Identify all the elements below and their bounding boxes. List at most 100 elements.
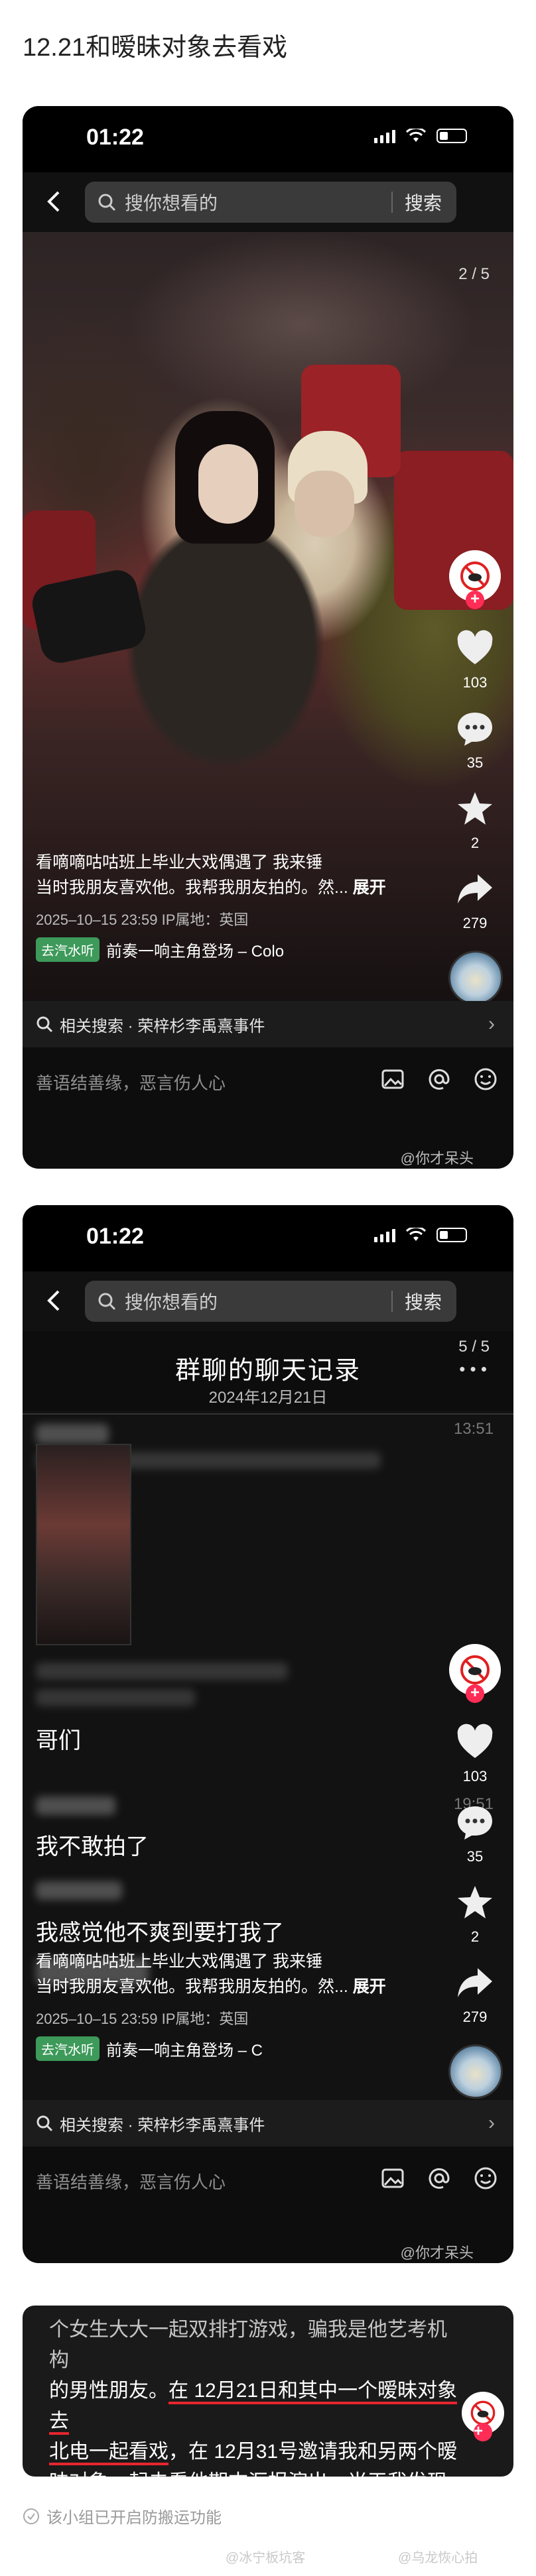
status-time: 01:22 (86, 125, 144, 150)
search-icon (98, 194, 116, 211)
search-separator (391, 1291, 393, 1312)
shield-check-icon (23, 2508, 39, 2524)
chat-message: 我不敢拍了 (36, 1834, 149, 1859)
weibo-watermark: @你才呆头 (400, 2245, 474, 2261)
chat-record-date: 2024年12月21日 (208, 1389, 328, 1407)
search-icon (36, 2115, 53, 2132)
mention-icon[interactable] (426, 2165, 452, 2192)
music-row[interactable]: 去汽水听 前奏一响主角登场 – C (36, 2036, 263, 2061)
share-icon[interactable] (455, 870, 495, 907)
comment-count: 35 (466, 754, 484, 771)
search-button[interactable]: 搜索 (405, 1288, 442, 1315)
search-input[interactable]: 搜你想看的 搜索 (85, 182, 456, 223)
screenshot-text-excerpt: 个女生大大一起双排打游戏，骗我是他艺考机构 的男性朋友。在 12月21日和其中一… (23, 2306, 513, 2477)
author-avatar[interactable]: + (462, 2392, 504, 2441)
related-search-text: 相关搜索 · 荣梓杉李禹熹事件 (60, 1017, 265, 1035)
expand-link[interactable]: 展开 (353, 878, 386, 897)
author-avatar[interactable]: + (449, 1644, 501, 1703)
follow-plus-button[interactable]: + (474, 2423, 492, 2441)
screenshot-video-1: 01:22 搜你想看的 搜索 2 / 5 + 103 35 2 279 看嘀嘀咕… (23, 106, 513, 1169)
chat-record-area: 13:51 哥们 19:51 我不敢拍了 我感觉他不爽到要打我了 (23, 1411, 513, 2107)
caption-line: 看嘀嘀咕咕班上毕业大戏偶遇了 我来锤 (36, 1952, 322, 1971)
bottom-watermark: @乌龙恢心拍 (398, 2551, 478, 2565)
star-icon[interactable] (455, 790, 495, 827)
chat-timestamp: 13:51 (453, 1420, 494, 1438)
bottom-watermark: @冰宁板坑客 (226, 2551, 306, 2565)
chat-video-thumbnail[interactable] (36, 1444, 131, 1645)
emoji-icon[interactable] (472, 1066, 499, 1092)
share-count: 279 (462, 915, 488, 931)
comment-input[interactable]: 善语结善缘，恶言伤人心 (36, 1070, 226, 1094)
excerpt-line: 个女生大大一起双排打游戏，骗我是他艺考机构 (49, 2319, 447, 2371)
favorite-count: 2 (470, 1928, 480, 1945)
blurred-username (36, 1424, 109, 1444)
battery-icon (436, 129, 467, 143)
chevron-right-icon: › (488, 1013, 495, 1035)
related-search-bar[interactable]: 相关搜索 · 荣梓杉李禹熹事件 › (23, 2100, 513, 2146)
divider (23, 1413, 513, 1415)
music-tag[interactable]: 去汽水听 (36, 2036, 100, 2061)
excerpt-line: ，在 12月31号邀请我和另两个暧 (168, 2441, 458, 2463)
caption-line: 看嘀嘀咕咕班上毕业大戏偶遇了 我来锤 (36, 853, 322, 872)
chat-message: 哥们 (36, 1728, 81, 1753)
comment-icon[interactable] (455, 710, 495, 747)
follow-plus-button[interactable]: + (466, 591, 484, 609)
caption-line: 当时我朋友喜欢他。我帮我朋友拍的。然... (36, 1977, 348, 1996)
action-rail: + 103 35 2 279 (448, 550, 503, 1005)
more-icon[interactable]: • • • (459, 1359, 487, 1379)
image-icon[interactable] (379, 1066, 406, 1092)
comment-icon[interactable] (455, 1804, 495, 1841)
music-tag[interactable]: 去汽水听 (36, 937, 100, 962)
image-icon[interactable] (379, 2165, 406, 2192)
screenshot-video-2: 01:22 搜你想看的 搜索 群聊的聊天记录 2024年12月21日 5 / 5… (23, 1205, 513, 2263)
status-bar: 01:22 (23, 1205, 513, 1278)
music-disc[interactable] (448, 2044, 503, 2099)
excerpt-line: 的男性朋友。 (49, 2380, 168, 2402)
heart-icon[interactable] (455, 1724, 495, 1761)
post-meta: 2025–10–15 23:59 IP属地：英国 (36, 911, 249, 928)
share-icon[interactable] (455, 1964, 495, 2001)
emoji-icon[interactable] (472, 2165, 499, 2192)
heart-icon[interactable] (455, 630, 495, 667)
mention-icon[interactable] (426, 1066, 452, 1092)
excerpt-line: 昧对象一起去看他期末汇报演出，当天我发现 (49, 2467, 460, 2477)
back-icon[interactable] (41, 188, 68, 215)
related-search-bar[interactable]: 相关搜索 · 荣梓杉李禹熹事件 › (23, 1001, 513, 1047)
anti-repost-text: 该小组已开启防搬运功能 (46, 2509, 222, 2527)
excerpt-text: 个女生大大一起双排打游戏，骗我是他艺考机构 的男性朋友。在 12月21日和其中一… (49, 2315, 460, 2477)
status-bar: 01:22 (23, 106, 513, 179)
video-caption: 看嘀嘀咕咕班上毕业大戏偶遇了 我来锤 当时我朋友喜欢他。我帮我朋友拍的。然...… (36, 850, 386, 900)
signal-icon (374, 1228, 395, 1242)
weibo-watermark: @你才呆头 (400, 1150, 474, 1167)
wifi-icon (406, 129, 426, 142)
blurred-text (36, 1689, 195, 1706)
status-time: 01:22 (86, 1224, 144, 1249)
search-icon (98, 1293, 116, 1311)
wifi-icon (406, 1228, 426, 1241)
expand-link[interactable]: 展开 (353, 1977, 386, 1996)
follow-plus-button[interactable]: + (466, 1684, 484, 1703)
person-face (295, 471, 354, 537)
comment-input[interactable]: 善语结善缘，恶言伤人心 (36, 2169, 226, 2194)
page-counter: 5 / 5 (458, 1338, 490, 1356)
search-input[interactable]: 搜你想看的 搜索 (85, 1281, 456, 1322)
search-button[interactable]: 搜索 (405, 189, 442, 215)
chat-message: 我感觉他不爽到要打我了 (36, 1920, 284, 1946)
music-row[interactable]: 去汽水听 前奏一响主角登场 – Colo (36, 937, 284, 962)
post-meta: 2025–10–15 23:59 IP属地：英国 (36, 2011, 249, 2027)
search-placeholder: 搜你想看的 (125, 193, 218, 213)
back-icon[interactable] (41, 1287, 68, 1314)
like-count: 103 (462, 674, 488, 691)
excerpt-highlight: 北电一起看戏 (49, 2441, 168, 2465)
music-disc[interactable] (448, 951, 503, 1005)
star-icon[interactable] (455, 1884, 495, 1921)
related-search-text: 相关搜索 · 荣梓杉李禹熹事件 (60, 2116, 265, 2135)
search-icon (36, 1016, 53, 1033)
battery-icon (436, 1228, 467, 1242)
chat-record-title: 群聊的聊天记录 (174, 1357, 361, 1385)
search-separator (391, 192, 393, 213)
like-count: 103 (462, 1768, 488, 1785)
author-avatar[interactable]: + (449, 550, 501, 609)
search-placeholder: 搜你想看的 (125, 1292, 218, 1313)
comment-bar: 善语结善缘，恶言伤人心 (23, 1047, 513, 1114)
